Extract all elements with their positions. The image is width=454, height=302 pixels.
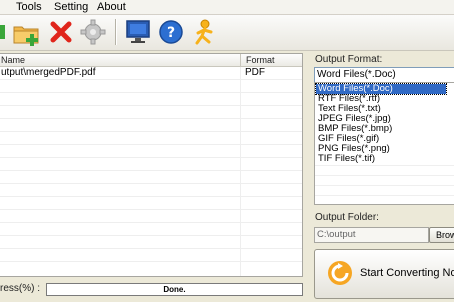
progress-status: Done. xyxy=(163,285,186,294)
browse-button[interactable]: Brow xyxy=(429,227,454,243)
column-header-format[interactable]: Format xyxy=(246,54,275,66)
row-gridline xyxy=(0,248,302,249)
file-name-cell: utput\mergedPDF.pdf xyxy=(1,67,96,78)
list-gridline xyxy=(315,165,454,166)
list-gridline xyxy=(315,185,454,186)
menu-about[interactable]: About xyxy=(97,1,126,13)
progress-bar: Done. xyxy=(46,283,303,296)
progress-label: ress(%) : xyxy=(0,283,40,294)
row-gridline xyxy=(0,157,302,158)
menu-tools[interactable]: Tools xyxy=(16,1,42,13)
row-gridline xyxy=(0,170,302,171)
list-gridline xyxy=(315,175,454,176)
row-gridline xyxy=(0,144,302,145)
toolbar: ? xyxy=(0,15,454,51)
toolbar-separator xyxy=(115,19,117,45)
output-folder-field[interactable]: C:\output xyxy=(314,227,429,243)
file-list[interactable]: Name Format utput\mergedPDF.pdf PDF xyxy=(0,53,303,277)
menu-setting[interactable]: Setting xyxy=(54,1,88,13)
add-file-icon[interactable] xyxy=(0,17,8,47)
column-gridline xyxy=(240,67,241,276)
output-format-options[interactable]: Word Files(*.Doc) RTF Files(*.rtf) Text … xyxy=(314,82,454,205)
row-gridline xyxy=(0,105,302,106)
row-gridline xyxy=(0,261,302,262)
convert-refresh-icon xyxy=(328,261,352,285)
list-header: Name Format xyxy=(0,54,302,67)
row-gridline xyxy=(0,118,302,119)
row-gridline xyxy=(0,131,302,132)
output-format-selected: Word Files(*.Doc) xyxy=(317,69,396,80)
start-converting-button[interactable]: Start Converting Now xyxy=(314,249,454,299)
list-gridline xyxy=(315,195,454,196)
person-run-icon[interactable] xyxy=(189,17,219,47)
output-format-select[interactable]: Word Files(*.Doc) xyxy=(314,67,454,83)
menu-bar: Tools Setting About xyxy=(0,0,454,15)
row-gridline xyxy=(0,183,302,184)
row-gridline xyxy=(0,92,302,93)
row-gridline xyxy=(0,222,302,223)
help-icon[interactable]: ? xyxy=(156,17,186,47)
column-header-name[interactable]: Name xyxy=(1,54,25,66)
row-gridline xyxy=(0,196,302,197)
monitor-icon[interactable] xyxy=(123,17,153,47)
format-option-tif[interactable]: TIF Files(*.tif) xyxy=(316,154,446,164)
row-gridline xyxy=(0,79,302,80)
output-format-label: Output Format: xyxy=(315,54,383,65)
add-folder-icon[interactable] xyxy=(12,17,42,47)
settings-gear-icon[interactable] xyxy=(78,17,108,47)
svg-text:?: ? xyxy=(167,25,175,41)
column-divider[interactable] xyxy=(240,54,241,66)
output-folder-label: Output Folder: xyxy=(315,212,379,223)
file-format-cell: PDF xyxy=(245,67,265,78)
row-gridline xyxy=(0,235,302,236)
row-gridline xyxy=(0,209,302,210)
start-converting-label: Start Converting Now xyxy=(360,267,454,279)
remove-icon[interactable] xyxy=(46,17,76,47)
